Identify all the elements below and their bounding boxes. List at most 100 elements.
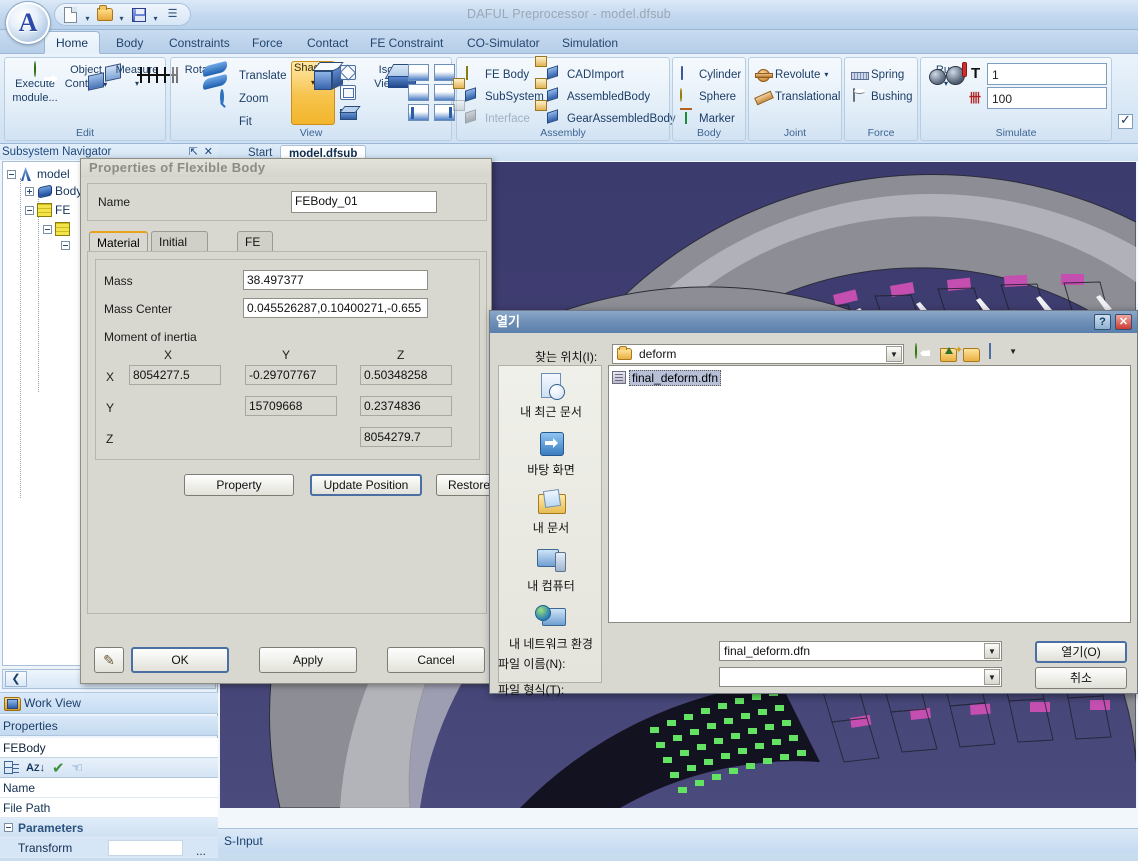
tab-contact[interactable]: Contact <box>295 32 360 54</box>
collapse-left-button[interactable]: ❮ <box>5 671 27 687</box>
file-type-combobox[interactable]: ▼ <box>719 667 1002 687</box>
inertia-zz-input[interactable]: 8054279.7 <box>360 427 452 447</box>
inertia-yz-input[interactable]: 0.2374836 <box>360 396 452 416</box>
top-view-icon[interactable] <box>434 64 455 81</box>
tab-home[interactable]: Home <box>44 31 100 54</box>
chevron-down-icon[interactable]: ▼ <box>984 669 1000 685</box>
bottom-view-icon[interactable] <box>434 104 455 121</box>
bushing-button[interactable]: Bushing <box>849 86 915 107</box>
mass-input[interactable]: 38.497377 <box>243 270 428 290</box>
quick-access-toolbar[interactable]: ▾ ▾ ▾ ☰ <box>54 3 191 26</box>
simulate-option-checkbox[interactable] <box>1118 112 1133 129</box>
save-document-dropdown[interactable]: ▾ <box>151 6 160 23</box>
tab-initial-velocity[interactable]: Initial Velocity <box>151 231 209 269</box>
ok-button[interactable]: OK <box>131 647 229 673</box>
chevron-down-icon[interactable]: ▼ <box>886 346 902 362</box>
tree-expander-plus-icon[interactable] <box>25 186 34 196</box>
help-button[interactable]: ? <box>1094 314 1111 330</box>
inertia-xy-input[interactable]: -0.29707767 <box>245 365 337 385</box>
tree-node-fe[interactable]: FE <box>25 203 70 217</box>
file-list[interactable]: final_deform.dfn <box>608 365 1131 623</box>
tab-material[interactable]: Material <box>89 231 148 252</box>
views-button[interactable]: ▼ <box>988 343 1018 364</box>
front-view-icon[interactable] <box>408 64 429 81</box>
inertia-yy-input[interactable]: 15709668 <box>245 396 337 416</box>
assembled-body-button[interactable]: AssembledBody <box>545 86 652 107</box>
group-collapse-icon[interactable] <box>4 823 13 832</box>
tree-node-model[interactable]: model <box>7 167 70 181</box>
open-document-button[interactable] <box>95 5 114 24</box>
place-desktop[interactable]: 바탕 화면 <box>499 430 603 478</box>
open-document-dropdown[interactable]: ▾ <box>117 6 126 23</box>
flat-shade-mode-icon[interactable] <box>339 104 357 121</box>
revolute-joint-button[interactable]: Revolute ▾ <box>753 64 830 85</box>
close-icon[interactable]: ✕ <box>1115 314 1132 330</box>
cad-import-button[interactable]: CADImport <box>545 64 626 85</box>
tab-body[interactable]: Body <box>104 32 155 54</box>
back-button[interactable] <box>914 343 935 364</box>
tab-co-simulator[interactable]: CO-Simulator <box>455 32 552 54</box>
sphere-button[interactable]: Sphere <box>677 86 738 107</box>
revolute-dropdown-icon[interactable]: ▾ <box>824 70 828 79</box>
tree-expander-minus-icon[interactable] <box>7 169 16 179</box>
transform-browse-button[interactable]: ... <box>196 841 206 861</box>
tree-node-body[interactable]: Body <box>25 184 82 198</box>
file-name-input[interactable]: final_deform.dfn ▼ <box>719 641 1002 661</box>
customize-quick-access-button[interactable]: ☰ <box>163 5 182 24</box>
end-time-input[interactable]: 1 <box>987 63 1107 85</box>
place-my-network[interactable]: 내 네트워크 환경 <box>499 604 603 652</box>
apply-button[interactable]: Apply <box>259 647 357 673</box>
place-recent-documents[interactable]: 내 최근 문서 <box>499 372 603 420</box>
tree-node-leaf[interactable] <box>61 241 73 250</box>
inertia-xz-input[interactable]: 0.50348258 <box>360 365 452 385</box>
application-orb-button[interactable]: A <box>6 2 50 44</box>
places-bar[interactable]: 내 최근 문서 바탕 화면 내 문서 내 컴퓨터 내 네트워크 환경 <box>498 365 602 683</box>
right-view-icon[interactable] <box>408 84 429 101</box>
tree-expander-minus-icon[interactable] <box>43 224 52 234</box>
apply-check-icon[interactable]: ✔ <box>52 759 65 777</box>
pick-pointer-icon[interactable]: ☜ <box>72 760 84 776</box>
tab-constraints[interactable]: Constraints <box>157 32 242 54</box>
shaded-mode-button[interactable]: Shaded ▾ <box>291 61 344 125</box>
wireframe-mode-icon[interactable] <box>339 64 357 81</box>
measure-button[interactable]: Measure ▾ <box>109 62 165 90</box>
new-document-button[interactable] <box>61 5 80 24</box>
tree-expander-minus-icon[interactable] <box>61 241 70 250</box>
property-row-name[interactable]: Name <box>0 778 218 798</box>
mass-center-input[interactable]: 0.045526287,0.10400271,-0.655 <box>243 298 428 318</box>
iso-view-button[interactable]: Iso View <box>363 62 409 90</box>
look-in-combobox[interactable]: deform ▼ <box>612 344 904 364</box>
tab-fe-constraint[interactable]: FE Constraint <box>358 32 455 54</box>
spring-button[interactable]: Spring <box>849 64 906 85</box>
tab-force[interactable]: Force <box>240 32 295 54</box>
place-my-documents[interactable]: 내 문서 <box>499 488 603 536</box>
marker-button[interactable]: Marker <box>677 108 737 129</box>
gear-assembled-body-button[interactable]: GearAssembledBody <box>545 108 678 129</box>
left-view-icon[interactable] <box>434 84 455 101</box>
new-folder-button[interactable] <box>962 344 983 364</box>
back-view-icon[interactable] <box>408 104 429 121</box>
execute-module-button[interactable]: Execute module... <box>7 61 63 104</box>
pick-tool-button[interactable]: ✎ <box>94 647 124 673</box>
save-document-button[interactable] <box>129 5 148 24</box>
step-count-input[interactable]: 100 <box>987 87 1107 109</box>
alphabetical-sort-icon[interactable]: AZ↓ <box>26 762 45 774</box>
zoom-button[interactable]: Zoom <box>217 88 270 109</box>
update-position-button[interactable]: Update Position <box>310 474 422 496</box>
translational-joint-button[interactable]: Translational <box>753 86 842 107</box>
name-input[interactable]: FEBody_01 <box>291 191 437 213</box>
chevron-down-icon[interactable]: ▼ <box>1009 347 1017 356</box>
property-group-parameters[interactable]: Parameters <box>0 818 218 838</box>
property-row-transform[interactable]: Transform ... <box>0 838 218 858</box>
fe-body-button[interactable]: FE Body <box>463 64 531 85</box>
work-view-tab[interactable]: Work View <box>0 692 218 714</box>
object-control-button[interactable]: Object Control ▾ <box>58 62 114 91</box>
property-button[interactable]: Property <box>184 474 294 496</box>
run-button[interactable]: Run ▾ <box>923 62 969 90</box>
cancel-button[interactable]: Cancel <box>387 647 485 673</box>
categorized-view-icon[interactable] <box>4 761 19 774</box>
chevron-down-icon[interactable]: ▼ <box>984 643 1000 659</box>
subsystem-button[interactable]: SubSystem <box>463 86 546 107</box>
list-item[interactable]: final_deform.dfn <box>612 369 724 386</box>
translate-button[interactable]: Translate <box>217 65 289 86</box>
